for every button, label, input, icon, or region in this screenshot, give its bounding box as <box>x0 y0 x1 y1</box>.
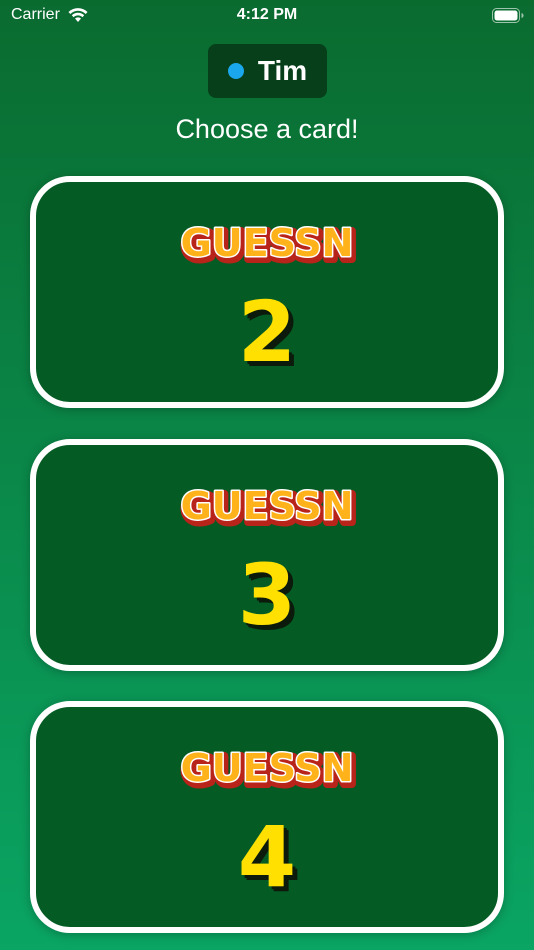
card-number: 2 <box>237 283 297 381</box>
logo-text: GUESSN <box>181 484 354 528</box>
logo-text: GUESSN <box>181 221 354 265</box>
player-name: Tim <box>257 55 308 86</box>
card-option-3[interactable]: GUESSN GUESSN 4 <box>30 701 504 933</box>
card-option-1[interactable]: GUESSN GUESSN 2 <box>30 176 504 408</box>
logo-text: GUESSN <box>181 746 354 790</box>
status-bar: Carrier 4:12 PM <box>0 0 534 32</box>
player-indicator-dot <box>227 63 244 79</box>
card-option-2[interactable]: GUESSN GUESSN 3 <box>30 439 504 671</box>
prompt-text: Choose a card! <box>175 114 359 144</box>
card-number: 4 <box>237 808 297 906</box>
guessn-logo: GUESSN GUESSN <box>36 477 498 536</box>
battery-icon <box>492 8 524 23</box>
guessn-logo: GUESSN GUESSN <box>36 739 498 798</box>
guessn-logo: GUESSN GUESSN <box>36 214 498 273</box>
clock: 4:12 PM <box>236 6 298 23</box>
current-player-badge: Tim <box>208 44 327 98</box>
card-number: 3 <box>237 546 297 644</box>
